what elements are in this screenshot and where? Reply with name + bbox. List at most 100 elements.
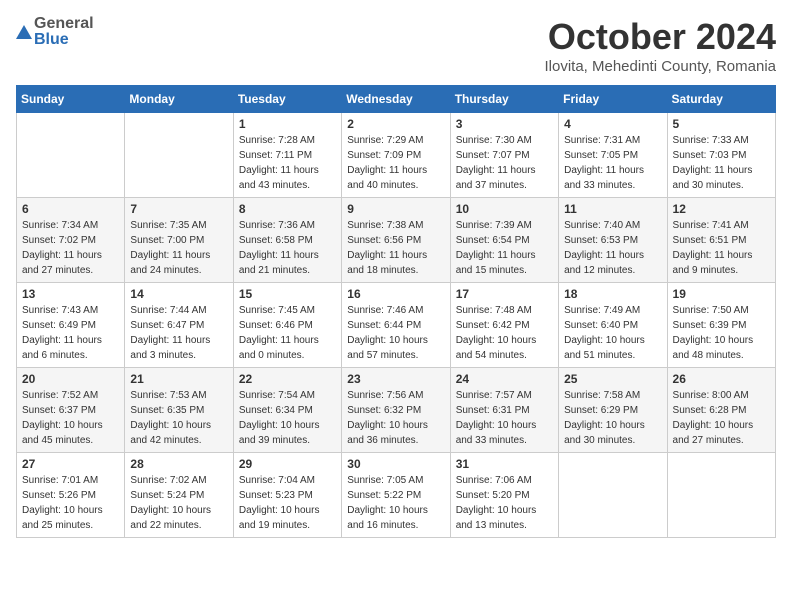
weekday-header-row: SundayMondayTuesdayWednesdayThursdayFrid… <box>17 86 776 113</box>
weekday-header-monday: Monday <box>125 86 233 113</box>
calendar-cell: 31Sunrise: 7:06 AM Sunset: 5:20 PM Dayli… <box>450 453 558 538</box>
calendar-cell: 9 Sunrise: 7:38 AM Sunset: 6:56 PM Daylig… <box>342 198 450 283</box>
day-number: 25 <box>564 372 661 386</box>
day-number: 22 <box>239 372 336 386</box>
calendar-cell: 27 Sunrise: 7:01 AM Sunset: 5:26 PM Dayli… <box>17 453 125 538</box>
day-number: 14 <box>130 287 227 301</box>
calendar-cell: 13 Sunrise: 7:43 AM Sunset: 6:49 PM Dayli… <box>17 283 125 368</box>
calendar-cell: 20 Sunrise: 7:52 AM Sunset: 6:37 PM Dayli… <box>17 368 125 453</box>
calendar-cell: 26Sunrise: 8:00 AM Sunset: 6:28 PM Dayli… <box>667 368 775 453</box>
day-info: Sunrise: 7:53 AM Sunset: 6:35 PM Dayligh… <box>130 388 227 448</box>
weekday-header-wednesday: Wednesday <box>342 86 450 113</box>
day-number: 15 <box>239 287 336 301</box>
calendar-cell: 15 Sunrise: 7:45 AM Sunset: 6:46 PM Dayli… <box>233 283 341 368</box>
calendar-cell: 25 Sunrise: 7:58 AM Sunset: 6:29 PM Dayli… <box>559 368 667 453</box>
day-number: 10 <box>456 202 553 216</box>
calendar-cell: 4 Sunrise: 7:31 AM Sunset: 7:05 PM Daylig… <box>559 113 667 198</box>
calendar-week-row: 6 Sunrise: 7:34 AM Sunset: 7:02 PM Daylig… <box>17 198 776 283</box>
calendar-cell: 19 Sunrise: 7:50 AM Sunset: 6:39 PM Dayli… <box>667 283 775 368</box>
day-number: 12 <box>673 202 770 216</box>
calendar-cell: 8 Sunrise: 7:36 AM Sunset: 6:58 PM Daylig… <box>233 198 341 283</box>
calendar-cell: 7Sunrise: 7:35 AM Sunset: 7:00 PM Daylig… <box>125 198 233 283</box>
day-number: 11 <box>564 202 661 216</box>
calendar-cell <box>125 113 233 198</box>
day-info: Sunrise: 7:29 AM Sunset: 7:09 PM Dayligh… <box>347 133 444 193</box>
logo-text: General Blue <box>34 16 94 48</box>
calendar-cell: 11 Sunrise: 7:40 AM Sunset: 6:53 PM Dayli… <box>559 198 667 283</box>
day-info: Sunrise: 7:57 AM Sunset: 6:31 PM Dayligh… <box>456 388 553 448</box>
day-number: 29 <box>239 457 336 471</box>
weekday-header-thursday: Thursday <box>450 86 558 113</box>
location-title: Ilovita, Mehedinti County, Romania <box>544 58 776 75</box>
calendar-week-row: 1Sunrise: 7:28 AM Sunset: 7:11 PM Daylig… <box>17 113 776 198</box>
day-number: 5 <box>673 117 770 131</box>
day-number: 13 <box>22 287 119 301</box>
logo: General Blue <box>16 16 94 48</box>
day-number: 7 <box>130 202 227 216</box>
day-info: Sunrise: 7:44 AM Sunset: 6:47 PM Dayligh… <box>130 303 227 363</box>
day-number: 8 <box>239 202 336 216</box>
day-number: 24 <box>456 372 553 386</box>
title-area: October 2024 Ilovita, Mehedinti County, … <box>544 16 776 75</box>
day-info: Sunrise: 7:04 AM Sunset: 5:23 PM Dayligh… <box>239 473 336 533</box>
weekday-header-sunday: Sunday <box>17 86 125 113</box>
calendar-body: 1Sunrise: 7:28 AM Sunset: 7:11 PM Daylig… <box>17 113 776 538</box>
day-info: Sunrise: 7:31 AM Sunset: 7:05 PM Dayligh… <box>564 133 661 193</box>
calendar-cell: 24 Sunrise: 7:57 AM Sunset: 6:31 PM Dayli… <box>450 368 558 453</box>
month-title: October 2024 <box>544 16 776 58</box>
day-info: Sunrise: 7:01 AM Sunset: 5:26 PM Dayligh… <box>22 473 119 533</box>
day-number: 3 <box>456 117 553 131</box>
calendar-cell: 22 Sunrise: 7:54 AM Sunset: 6:34 PM Dayli… <box>233 368 341 453</box>
day-number: 4 <box>564 117 661 131</box>
day-info: Sunrise: 7:06 AM Sunset: 5:20 PM Dayligh… <box>456 473 553 533</box>
day-number: 20 <box>22 372 119 386</box>
day-info: Sunrise: 7:28 AM Sunset: 7:11 PM Dayligh… <box>239 133 336 193</box>
logo-bottom: Blue <box>34 32 94 48</box>
day-info: Sunrise: 7:33 AM Sunset: 7:03 PM Dayligh… <box>673 133 770 193</box>
calendar-cell: 18Sunrise: 7:49 AM Sunset: 6:40 PM Dayli… <box>559 283 667 368</box>
day-info: Sunrise: 7:05 AM Sunset: 5:22 PM Dayligh… <box>347 473 444 533</box>
day-number: 17 <box>456 287 553 301</box>
day-info: Sunrise: 7:34 AM Sunset: 7:02 PM Dayligh… <box>22 218 119 278</box>
day-number: 9 <box>347 202 444 216</box>
day-info: Sunrise: 7:50 AM Sunset: 6:39 PM Dayligh… <box>673 303 770 363</box>
calendar-cell: 12Sunrise: 7:41 AM Sunset: 6:51 PM Dayli… <box>667 198 775 283</box>
weekday-header-tuesday: Tuesday <box>233 86 341 113</box>
calendar-cell <box>667 453 775 538</box>
day-info: Sunrise: 7:54 AM Sunset: 6:34 PM Dayligh… <box>239 388 336 448</box>
day-number: 6 <box>22 202 119 216</box>
weekday-header-saturday: Saturday <box>667 86 775 113</box>
calendar-table: SundayMondayTuesdayWednesdayThursdayFrid… <box>16 85 776 538</box>
calendar-cell: 1Sunrise: 7:28 AM Sunset: 7:11 PM Daylig… <box>233 113 341 198</box>
day-info: Sunrise: 7:58 AM Sunset: 6:29 PM Dayligh… <box>564 388 661 448</box>
day-info: Sunrise: 7:36 AM Sunset: 6:58 PM Dayligh… <box>239 218 336 278</box>
day-number: 19 <box>673 287 770 301</box>
day-number: 18 <box>564 287 661 301</box>
day-number: 2 <box>347 117 444 131</box>
day-info: Sunrise: 7:45 AM Sunset: 6:46 PM Dayligh… <box>239 303 336 363</box>
logo-top: General <box>34 16 94 32</box>
calendar-cell: 2 Sunrise: 7:29 AM Sunset: 7:09 PM Daylig… <box>342 113 450 198</box>
day-info: Sunrise: 7:02 AM Sunset: 5:24 PM Dayligh… <box>130 473 227 533</box>
calendar-cell: 14 Sunrise: 7:44 AM Sunset: 6:47 PM Dayli… <box>125 283 233 368</box>
day-number: 16 <box>347 287 444 301</box>
day-number: 28 <box>130 457 227 471</box>
calendar-cell: 28 Sunrise: 7:02 AM Sunset: 5:24 PM Dayli… <box>125 453 233 538</box>
calendar-week-row: 20 Sunrise: 7:52 AM Sunset: 6:37 PM Dayli… <box>17 368 776 453</box>
day-info: Sunrise: 7:56 AM Sunset: 6:32 PM Dayligh… <box>347 388 444 448</box>
day-info: Sunrise: 7:30 AM Sunset: 7:07 PM Dayligh… <box>456 133 553 193</box>
calendar-cell: 5 Sunrise: 7:33 AM Sunset: 7:03 PM Daylig… <box>667 113 775 198</box>
calendar-cell: 3 Sunrise: 7:30 AM Sunset: 7:07 PM Daylig… <box>450 113 558 198</box>
day-info: Sunrise: 7:38 AM Sunset: 6:56 PM Dayligh… <box>347 218 444 278</box>
day-info: Sunrise: 7:39 AM Sunset: 6:54 PM Dayligh… <box>456 218 553 278</box>
day-info: Sunrise: 7:43 AM Sunset: 6:49 PM Dayligh… <box>22 303 119 363</box>
calendar-cell: 10 Sunrise: 7:39 AM Sunset: 6:54 PM Dayli… <box>450 198 558 283</box>
day-number: 27 <box>22 457 119 471</box>
day-info: Sunrise: 7:52 AM Sunset: 6:37 PM Dayligh… <box>22 388 119 448</box>
day-number: 26 <box>673 372 770 386</box>
calendar-cell: 29 Sunrise: 7:04 AM Sunset: 5:23 PM Dayli… <box>233 453 341 538</box>
calendar-cell <box>17 113 125 198</box>
page-header: General Blue October 2024 Ilovita, Mehed… <box>16 16 776 75</box>
calendar-cell: 23Sunrise: 7:56 AM Sunset: 6:32 PM Dayli… <box>342 368 450 453</box>
day-info: Sunrise: 7:40 AM Sunset: 6:53 PM Dayligh… <box>564 218 661 278</box>
